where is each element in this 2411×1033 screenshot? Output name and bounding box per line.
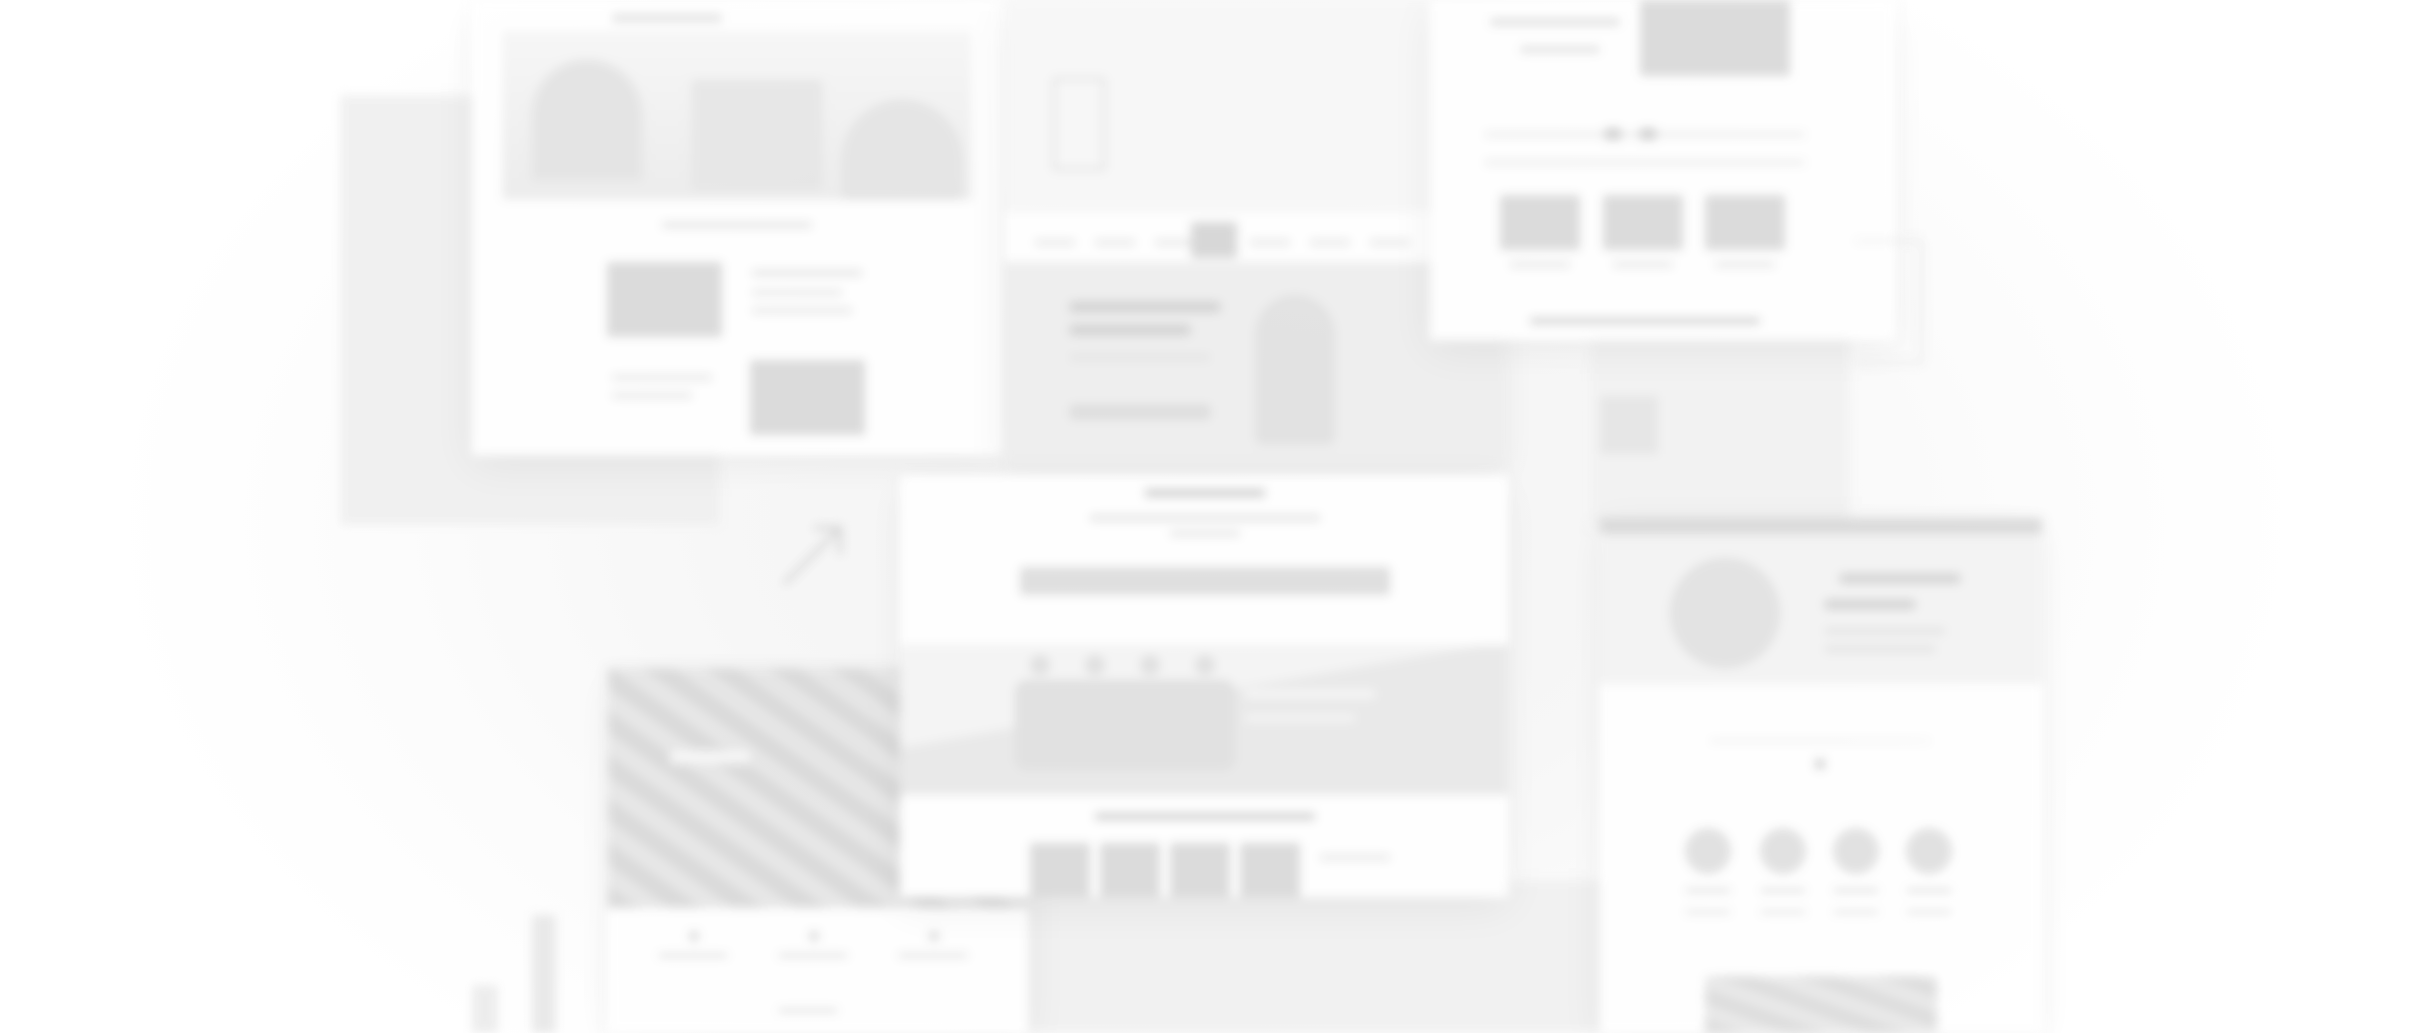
vertical-bar-2 <box>472 985 498 1033</box>
filter-chip-1 <box>1605 128 1621 140</box>
small-square-placeholder <box>1600 396 1658 454</box>
text-line-1 <box>752 270 862 276</box>
gallery-image-3 <box>1170 843 1230 897</box>
gallery-image-1 <box>1030 843 1090 897</box>
product-caption-2 <box>1613 262 1673 267</box>
gallery-caption <box>1320 855 1390 860</box>
hero-button-placeholder <box>1070 405 1210 419</box>
logo-placeholder <box>1191 222 1237 258</box>
mockup-card-top-right <box>1430 0 1895 340</box>
hero-title-line-1 <box>1070 302 1220 312</box>
section-title-placeholder <box>662 222 812 228</box>
product-image-main <box>1640 0 1790 76</box>
blur-layer <box>0 0 2411 1033</box>
service-text-1 <box>1685 888 1731 893</box>
search-bar-placeholder <box>1020 567 1390 595</box>
nav-link-2 <box>1095 240 1135 245</box>
product-thumb-2 <box>1603 195 1683 250</box>
right-hero-title-1 <box>1840 574 1960 583</box>
feature-dot-3 <box>928 930 940 942</box>
card-heading-line-1 <box>1490 18 1620 26</box>
filter-row-2 <box>1485 160 1805 165</box>
device-outline <box>1053 78 1105 170</box>
footer-text <box>778 1008 838 1013</box>
text-line-4 <box>612 375 712 380</box>
right-hero-text-1 <box>1825 628 1945 634</box>
service-text-4 <box>1906 888 1952 893</box>
right-bottom-image <box>1705 976 1937 1033</box>
nav-link-1 <box>1035 240 1075 245</box>
right-divider-dot <box>1814 758 1826 770</box>
right-hero-title-2 <box>1825 600 1915 609</box>
center-title-placeholder <box>1145 489 1265 497</box>
bg-panel-bottom <box>1010 880 1610 1033</box>
mockup-card-right <box>1600 518 2042 1033</box>
nav-link-3 <box>1155 240 1195 245</box>
center-subtitle-placeholder-2 <box>1170 531 1240 536</box>
feature-text-1 <box>658 953 728 958</box>
service-icon-3 <box>1833 828 1879 874</box>
right-divider <box>1710 740 1930 742</box>
text-line-3 <box>752 308 852 313</box>
footer-line <box>1530 318 1760 324</box>
team-avatar-3 <box>1140 655 1160 675</box>
feature-text-2 <box>778 953 848 958</box>
band-text-line-2 <box>1245 715 1355 721</box>
thumb-image-2 <box>750 360 865 435</box>
product-thumb-1 <box>1500 195 1580 250</box>
mockup-card-top-left <box>472 0 1002 455</box>
service-icon-2 <box>1760 828 1806 874</box>
nav-link-4 <box>1250 240 1290 245</box>
band-text-line-1 <box>1245 690 1375 698</box>
hero-text-line <box>1070 355 1210 360</box>
card-heading-line-2 <box>1520 46 1600 53</box>
feature-dot-1 <box>688 930 700 942</box>
bracket-outline <box>1855 240 1923 364</box>
team-avatar-2 <box>1085 655 1105 675</box>
card-heading-placeholder <box>612 14 722 22</box>
service-text-6 <box>1760 910 1806 914</box>
hero-figure-shape <box>1255 295 1335 445</box>
arrow-up-right-icon <box>778 520 848 590</box>
team-avatar-4 <box>1195 655 1215 675</box>
map-label-placeholder <box>670 750 750 764</box>
service-text-7 <box>1833 910 1879 914</box>
nav-link-6 <box>1370 240 1410 245</box>
thumb-image-1 <box>607 262 722 337</box>
mockup-card-center <box>900 475 1508 897</box>
feature-dot-2 <box>808 930 820 942</box>
text-line-2 <box>752 290 842 295</box>
product-thumb-3 <box>1705 195 1785 250</box>
product-caption-1 <box>1510 262 1570 267</box>
right-hero-bg <box>1600 534 2042 684</box>
filter-chip-2 <box>1640 128 1656 140</box>
gallery-image-2 <box>1100 843 1160 897</box>
service-text-5 <box>1685 910 1731 914</box>
nav-link-5 <box>1310 240 1350 245</box>
right-hero-text-2 <box>1825 646 1935 652</box>
service-text-3 <box>1833 888 1879 893</box>
vertical-bar-1 <box>532 915 556 1033</box>
product-caption-3 <box>1715 262 1775 267</box>
service-icon-4 <box>1906 828 1952 874</box>
team-avatar-1 <box>1030 655 1050 675</box>
mockup-collage <box>0 0 2411 1033</box>
team-figures-shape <box>1015 680 1235 770</box>
service-icon-1 <box>1685 828 1731 874</box>
hero-plant-shape <box>532 60 642 180</box>
center-subtitle-placeholder <box>1090 515 1320 521</box>
section-caption-placeholder <box>1095 813 1315 820</box>
gallery-image-4 <box>1240 843 1300 897</box>
hero-title-line-2 <box>1070 325 1190 335</box>
service-text-8 <box>1906 910 1952 914</box>
service-text-2 <box>1760 888 1806 893</box>
right-hero-illustration <box>1670 558 1780 668</box>
text-line-5 <box>612 393 692 398</box>
hero-chair-shape <box>692 80 822 190</box>
feature-text-3 <box>898 953 968 958</box>
right-header-strip <box>1600 518 2042 534</box>
